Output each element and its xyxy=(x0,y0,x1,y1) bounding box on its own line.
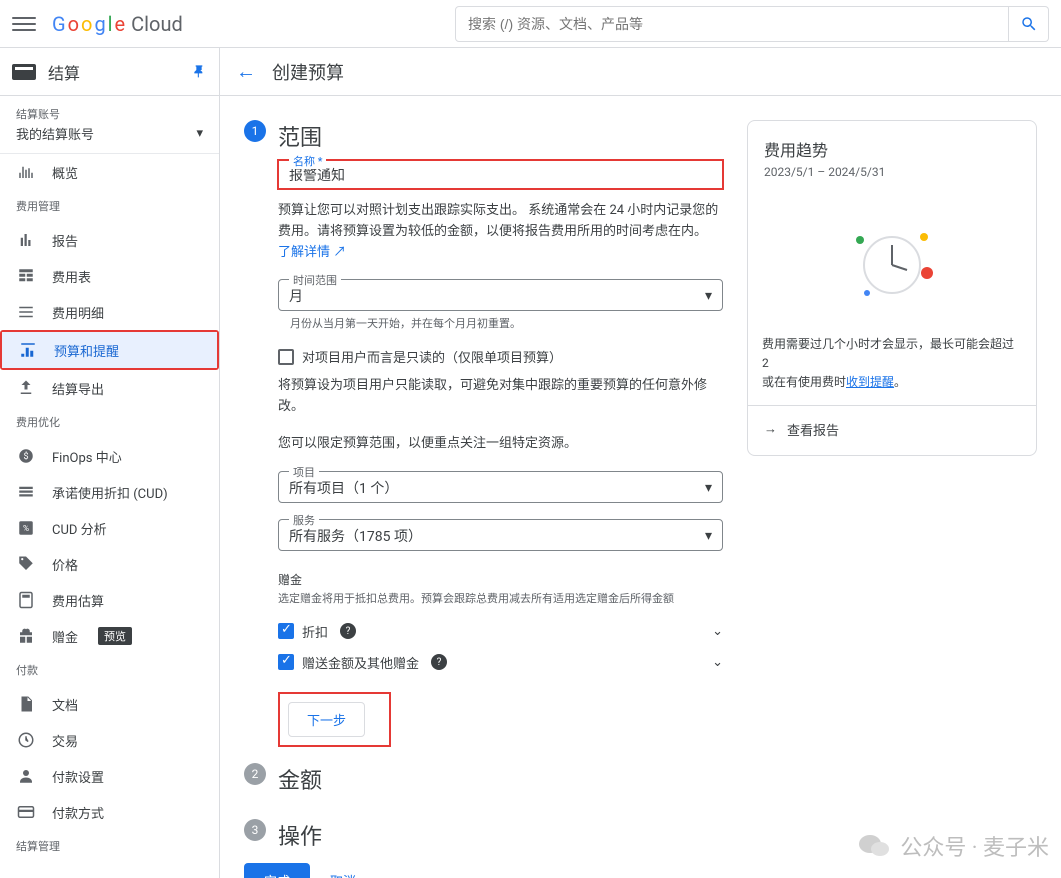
project-select[interactable]: 项目 所有项目（1 个）▾ xyxy=(278,471,723,503)
sidebar-item-overview[interactable]: 概览 xyxy=(0,154,219,190)
discount-checkbox[interactable] xyxy=(278,623,294,639)
panel-date-range: 2023/5/1 – 2024/5/31 xyxy=(748,165,1036,195)
search-icon xyxy=(1020,15,1038,33)
info-icon[interactable]: ? xyxy=(340,623,356,639)
sidebar-item-credits[interactable]: 赠金预览 xyxy=(0,618,219,654)
next-button[interactable]: 下一步 xyxy=(288,702,365,737)
panel-title: 费用趋势 xyxy=(748,137,1036,165)
sidebar-item-pricing[interactable]: 价格 xyxy=(0,546,219,582)
readonly-checkbox[interactable] xyxy=(278,349,294,365)
credit-desc: 选定赠金将用于抵扣总费用。预算会跟踪总费用减去所有适用选定赠金后所得金额 xyxy=(278,590,723,606)
budget-description: 预算让您可以对照计划支出跟踪实际支出。 系统通常会在 24 小时内记录您的费用。… xyxy=(278,201,723,263)
sidebar-item-pay-method[interactable]: 付款方式 xyxy=(0,794,219,830)
sidebar: 结算 结算账号 我的结算账号 ▾ 概览 费用管理 报告 费用表 费用明细 预算和… xyxy=(0,48,220,878)
credit-label: 赠金 xyxy=(278,571,723,588)
sidebar-title: 结算 xyxy=(48,60,179,84)
logo[interactable]: Google Cloud xyxy=(52,12,183,36)
page-title: 创建预算 xyxy=(272,59,344,85)
step-3-badge: 3 xyxy=(244,819,266,841)
export-icon xyxy=(16,378,36,398)
step-3-title: 操作 xyxy=(278,819,322,851)
sidebar-item-export[interactable]: 结算导出 xyxy=(0,370,219,406)
watermark: 公众号 · 麦子米 xyxy=(858,830,1049,862)
step-1-badge: 1 xyxy=(244,120,266,142)
time-hint: 月份从当月第一天开始，并在每个月月初重置。 xyxy=(290,315,723,331)
section-pay: 付款 xyxy=(0,654,219,686)
svg-text:%: % xyxy=(23,524,29,534)
step-2-badge: 2 xyxy=(244,763,266,785)
sidebar-item-transactions[interactable]: 交易 xyxy=(0,722,219,758)
learn-more-link[interactable]: 了解详情 ↗ xyxy=(278,245,346,260)
list-icon xyxy=(16,302,36,322)
sidebar-item-estimate[interactable]: 费用估算 xyxy=(0,582,219,618)
budget-icon xyxy=(18,340,38,360)
sidebar-item-docs[interactable]: 文档 xyxy=(0,686,219,722)
alert-link[interactable]: 收到提醒 xyxy=(846,375,894,389)
sidebar-item-finops[interactable]: $FinOps 中心 xyxy=(0,438,219,474)
account-label: 结算账号 xyxy=(16,106,203,122)
commitment-icon xyxy=(16,482,36,502)
section-billing-mgmt: 结算管理 xyxy=(0,830,219,862)
dollar-icon: $ xyxy=(16,446,36,466)
svg-text:$: $ xyxy=(23,451,28,462)
search-input[interactable] xyxy=(455,6,1009,42)
step-2-title: 金额 xyxy=(278,763,322,795)
billing-icon xyxy=(12,64,36,80)
calculator-icon xyxy=(16,590,36,610)
info-icon[interactable]: ? xyxy=(431,654,447,670)
gift-checkbox[interactable] xyxy=(278,654,294,670)
back-arrow-icon[interactable]: ← xyxy=(236,59,256,84)
panel-note: 费用需要过几个小时才会显示，最长可能会超过 2 或在有使用费时收到提醒。 xyxy=(748,335,1036,405)
card-icon xyxy=(16,802,36,822)
sidebar-item-cost-table[interactable]: 费用表 xyxy=(0,258,219,294)
sidebar-item-cost-detail[interactable]: 费用明细 xyxy=(0,294,219,330)
step-1-title: 范围 xyxy=(278,120,322,152)
sidebar-item-cud[interactable]: 承诺使用折扣 (CUD) xyxy=(0,474,219,510)
done-button[interactable]: 完成 xyxy=(244,863,310,878)
sidebar-item-reports[interactable]: 报告 xyxy=(0,222,219,258)
name-input[interactable] xyxy=(289,167,712,183)
view-report-link[interactable]: → 查看报告 xyxy=(748,405,1036,439)
arrow-right-icon: → xyxy=(764,421,777,437)
person-icon xyxy=(16,766,36,786)
table-icon xyxy=(16,266,36,286)
sidebar-item-cud-analysis[interactable]: %CUD 分析 xyxy=(0,510,219,546)
dashboard-icon xyxy=(16,162,36,182)
wechat-icon xyxy=(858,832,890,860)
chevron-down-icon[interactable]: ⌄ xyxy=(712,655,723,670)
chevron-down-icon: ▾ xyxy=(705,528,712,544)
percent-icon: % xyxy=(16,518,36,538)
readonly-label: 对项目用户而言是只读的（仅限单项目预算） xyxy=(302,347,562,366)
sidebar-item-pay-settings[interactable]: 付款设置 xyxy=(0,758,219,794)
name-field[interactable]: 名称 * xyxy=(278,160,723,189)
chevron-down-icon[interactable]: ⌄ xyxy=(712,624,723,639)
chevron-down-icon: ▾ xyxy=(705,288,712,304)
section-cost-mgmt: 费用管理 xyxy=(0,190,219,222)
preview-badge: 预览 xyxy=(98,627,132,645)
hamburger-icon[interactable] xyxy=(12,12,36,36)
time-range-select[interactable]: 时间范围 月▾ xyxy=(278,279,723,311)
chevron-down-icon: ▾ xyxy=(705,480,712,496)
search-button[interactable] xyxy=(1009,6,1049,42)
gift-icon xyxy=(16,626,36,646)
document-icon xyxy=(16,694,36,714)
section-cost-opt: 费用优化 xyxy=(0,406,219,438)
cancel-button[interactable]: 取消 xyxy=(318,863,368,878)
readonly-desc: 将预算设为项目用户只能读取，可避免对集中跟踪的重要预算的任何意外修改。 xyxy=(278,376,723,418)
pin-icon[interactable] xyxy=(191,64,207,80)
sidebar-item-budgets[interactable]: 预算和提醒 xyxy=(2,332,217,368)
chevron-down-icon: ▾ xyxy=(196,126,203,141)
cost-trend-panel: 费用趋势 2023/5/1 – 2024/5/31 xyxy=(747,120,1037,456)
scope-desc: 您可以限定预算范围，以便重点关注一组特定资源。 xyxy=(278,434,723,455)
account-select[interactable]: 我的结算账号 ▾ xyxy=(16,124,203,143)
clock-icon xyxy=(16,730,36,750)
tag-icon xyxy=(16,554,36,574)
bar-chart-icon xyxy=(16,230,36,250)
service-select[interactable]: 服务 所有服务（1785 项）▾ xyxy=(278,519,723,551)
clock-illustration xyxy=(748,195,1036,335)
